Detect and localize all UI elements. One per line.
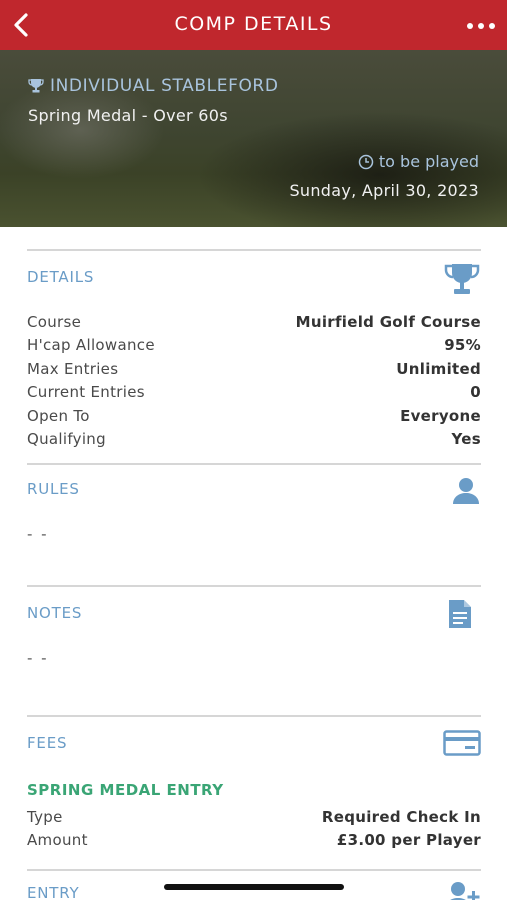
notes-text: - - [27, 649, 49, 667]
clock-icon [358, 154, 374, 169]
rules-section-header: RULES [27, 465, 481, 517]
fee-key: Amount [27, 831, 88, 850]
detail-value: 0 [470, 383, 481, 402]
competition-name: Spring Medal - Over 60s [28, 106, 228, 125]
page-title: COMP DETAILS [174, 13, 333, 35]
fee-key: Type [27, 808, 63, 826]
document-icon [449, 600, 471, 628]
more-horizontal-icon [467, 23, 495, 29]
detail-key: H'cap Allowance [27, 336, 155, 355]
fee-row-amount: Amount £3.00 per Player [27, 831, 481, 854]
detail-row-hcap-allowance: H'cap Allowance 95% [27, 336, 481, 359]
details-content: DETAILS Course Muirfield Golf Course H'ca… [27, 249, 481, 900]
person-icon [453, 478, 479, 504]
detail-key: Current Entries [27, 383, 145, 402]
detail-key: Max Entries [27, 359, 119, 378]
rules-text: - - [27, 525, 49, 543]
detail-value: Unlimited [396, 359, 481, 378]
details-list: Course Muirfield Golf Course H'cap Allowa… [27, 313, 481, 449]
section-title-rules: RULES [27, 480, 80, 498]
fee-row-type: Type Required Check In [27, 808, 481, 831]
competition-format-label: INDIVIDUAL STABLEFORD [50, 76, 279, 96]
competition-format: INDIVIDUAL STABLEFORD [28, 76, 279, 96]
fees-list: Type Required Check In Amount £3.00 per Pl… [27, 808, 481, 855]
competition-status: to be played [358, 152, 479, 171]
detail-key: Course [27, 313, 82, 331]
fee-value: £3.00 per Player [336, 831, 481, 850]
section-title-fees: FEES [27, 734, 68, 752]
trophy-icon [28, 79, 44, 93]
detail-value: 95% [444, 336, 481, 355]
notes-section-header: NOTES [27, 587, 481, 639]
credit-card-icon [443, 730, 481, 756]
top-app-bar: COMP DETAILS [0, 0, 507, 50]
detail-value: Muirfield Golf Course [295, 313, 481, 331]
section-title-entry: ENTRY [27, 883, 80, 900]
section-title-details: DETAILS [27, 268, 95, 286]
home-indicator[interactable] [164, 884, 344, 890]
add-person-icon[interactable] [445, 881, 481, 900]
competition-date: Sunday, April 30, 2023 [289, 181, 479, 200]
detail-value: Everyone [400, 406, 481, 425]
status-label: to be played [378, 152, 479, 171]
more-options-button[interactable] [465, 14, 497, 38]
section-title-notes: NOTES [27, 604, 83, 622]
detail-row-open-to: Open To Everyone [27, 407, 481, 430]
trophy-icon [444, 264, 480, 294]
detail-row-course: Course Muirfield Golf Course [27, 313, 481, 336]
fee-value: Required Check In [321, 808, 481, 826]
detail-key: Qualifying [27, 429, 106, 448]
fees-section-header: FEES [27, 717, 481, 769]
detail-row-max-entries: Max Entries Unlimited [27, 360, 481, 383]
details-section-header: DETAILS [27, 251, 481, 303]
detail-row-current-entries: Current Entries 0 [27, 383, 481, 406]
detail-key: Open To [27, 406, 90, 425]
detail-row-qualifying: Qualifying Yes [27, 430, 481, 453]
competition-hero: INDIVIDUAL STABLEFORD Spring Medal - Ove… [0, 50, 507, 227]
fee-name: SPRING MEDAL ENTRY [27, 781, 224, 799]
detail-value: Yes [451, 429, 481, 448]
